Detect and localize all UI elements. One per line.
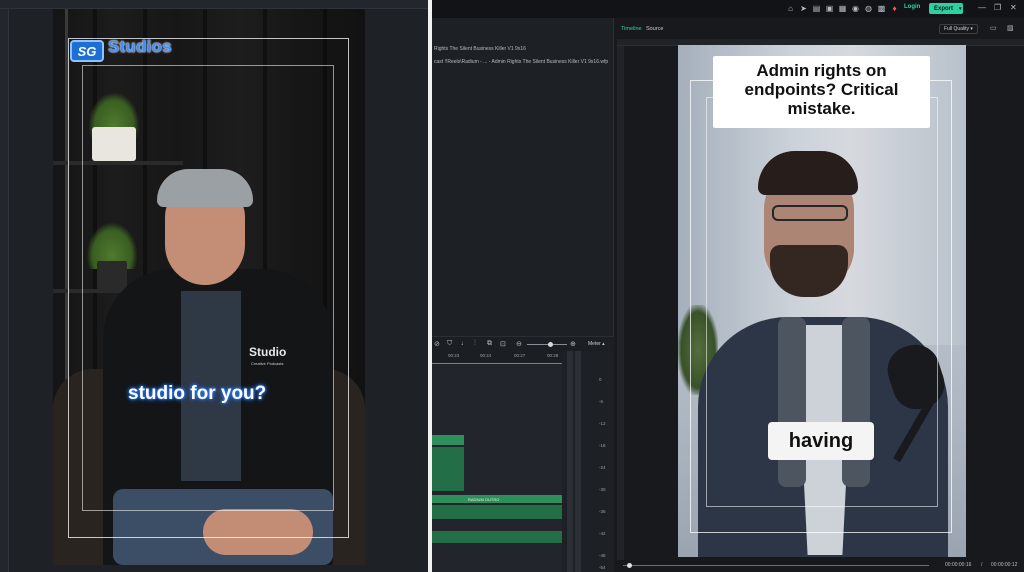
brand-text: Studios	[108, 37, 172, 56]
split-icon[interactable]: ⧉	[487, 340, 492, 348]
mic-icon[interactable]: ♩	[461, 340, 468, 347]
caption-bottom[interactable]: having	[768, 422, 874, 460]
tab-timeline[interactable]: Timeline	[621, 26, 642, 32]
zoom-out-icon[interactable]: ⊖	[516, 340, 522, 348]
speed-icon[interactable]: ⊘	[434, 340, 440, 348]
db-label: -6	[599, 399, 604, 404]
clip-label: RADIUM OUTRO	[468, 497, 500, 502]
music-clip[interactable]	[432, 531, 562, 543]
total-time: 00:00:00:12	[991, 562, 1018, 568]
meter-dropdown[interactable]: Meter ▴	[588, 341, 605, 347]
send-icon[interactable]: ➤	[799, 4, 808, 13]
minimize-icon[interactable]: —	[978, 3, 986, 12]
audio-meter-left	[567, 351, 573, 572]
db-label: -48	[599, 553, 606, 558]
meter-label: Meter	[588, 341, 601, 347]
media-item-path[interactable]: cast !!Reels\Radium - ... - Admin Rights…	[434, 59, 608, 65]
ruler-tick: 00:23	[448, 353, 460, 358]
current-time: 00:00:00:16	[945, 562, 972, 568]
db-label: -36	[599, 509, 606, 514]
media-icon[interactable]: ▤	[812, 4, 821, 13]
grid-icon[interactable]: ▩	[877, 4, 886, 13]
timeline-tracks[interactable]: RADIUM OUTRO	[432, 365, 562, 572]
db-label: -24	[599, 465, 606, 470]
preview-scrubber[interactable]	[623, 565, 929, 566]
brand-logo-icon: SG	[70, 40, 104, 62]
caption-top[interactable]: Admin rights on endpoints? Critical mist…	[713, 56, 930, 128]
export-label: Export	[934, 5, 954, 12]
quality-label: Full Quality	[944, 26, 970, 32]
left-ruler-left	[0, 9, 9, 572]
db-label: -12	[599, 421, 606, 426]
restore-icon[interactable]: ❐	[994, 3, 1001, 12]
video-editor-window: ⌂ ➤ ▤ ▣ ▦ ◉ ◍ ▩ ♦ Login Export ▾ — ❐ ✕ R…	[432, 0, 1024, 572]
safe-area-inner	[82, 65, 334, 511]
left-preview-panel: Studio Creative Podcasts SG Studios stud…	[0, 0, 428, 572]
image-icon[interactable]: ▣	[825, 4, 834, 13]
cart-icon[interactable]: ♦	[890, 4, 899, 13]
timeline-toolbar: ⊘ ⛉ ♩ ⫶ ⧉ ⊡ ⊖ ⊕ Meter ▴	[432, 337, 614, 351]
tab-source[interactable]: Source	[646, 26, 663, 32]
video-clip[interactable]	[432, 435, 464, 445]
time-separator: /	[981, 562, 983, 568]
headset-icon[interactable]: ◍	[864, 4, 873, 13]
display-icon[interactable]: ▭	[990, 24, 997, 32]
camera-icon[interactable]: ◉	[851, 4, 860, 13]
export-button[interactable]: Export ▾	[929, 3, 963, 14]
audio-clip[interactable]	[432, 505, 562, 519]
timeline-panel: ⊘ ⛉ ♩ ⫶ ⧉ ⊡ ⊖ ⊕ Meter ▴ 00:23 00:24 00:2…	[432, 336, 614, 572]
db-label: -42	[599, 531, 606, 536]
ruler-tick: 00:28	[547, 353, 559, 358]
layout-icon[interactable]: ▦	[838, 4, 847, 13]
audio-meter-right	[575, 351, 581, 572]
audio-clip[interactable]: RADIUM OUTRO	[432, 495, 562, 503]
playhead-line[interactable]	[432, 363, 562, 364]
shield-icon[interactable]: ⛉	[447, 340, 452, 348]
mixer-icon[interactable]: ⫶	[474, 340, 476, 348]
preview-ruler-left	[617, 46, 624, 560]
db-label: -54	[599, 565, 606, 570]
zoom-slider-handle[interactable]	[548, 342, 553, 347]
home-icon[interactable]: ⌂	[786, 4, 795, 13]
media-item-title[interactable]: Rights The Silent Business Killer V1 9x1…	[434, 46, 526, 52]
preview-scrubber-handle[interactable]	[627, 563, 632, 568]
title-bar: ⌂ ➤ ▤ ▣ ▦ ◉ ◍ ▩ ♦ Login Export ▾ — ❐ ✕	[432, 0, 1024, 18]
crop-icon[interactable]: ⊡	[500, 340, 506, 348]
zoom-in-icon[interactable]: ⊕	[570, 340, 576, 348]
timeline-ruler[interactable]: 00:23 00:24 00:27 00:28	[432, 351, 562, 363]
quality-dropdown[interactable]: Full Quality ▾	[939, 24, 978, 34]
ruler-tick: 00:24	[480, 353, 492, 358]
media-panel: Rights The Silent Business Killer V1 9x1…	[432, 18, 614, 336]
left-caption: studio for you?	[128, 383, 267, 404]
db-label: 0	[599, 377, 602, 382]
close-icon[interactable]: ✕	[1010, 3, 1017, 12]
ruler-tick: 00:27	[514, 353, 526, 358]
chevron-down-icon: ▾	[959, 5, 962, 12]
snapshot-icon[interactable]: ▨	[1007, 24, 1014, 32]
db-label: -30	[599, 487, 606, 492]
left-ruler-top	[0, 0, 428, 9]
zoom-slider-track[interactable]	[527, 344, 567, 345]
login-button[interactable]: Login	[904, 4, 920, 10]
db-label: -18	[599, 443, 606, 448]
video-clip[interactable]	[432, 447, 464, 491]
preview-transport: 00:00:00:16 / 00:00:00:12	[617, 561, 1024, 571]
screen: Studio Creative Podcasts SG Studios stud…	[0, 0, 1024, 572]
